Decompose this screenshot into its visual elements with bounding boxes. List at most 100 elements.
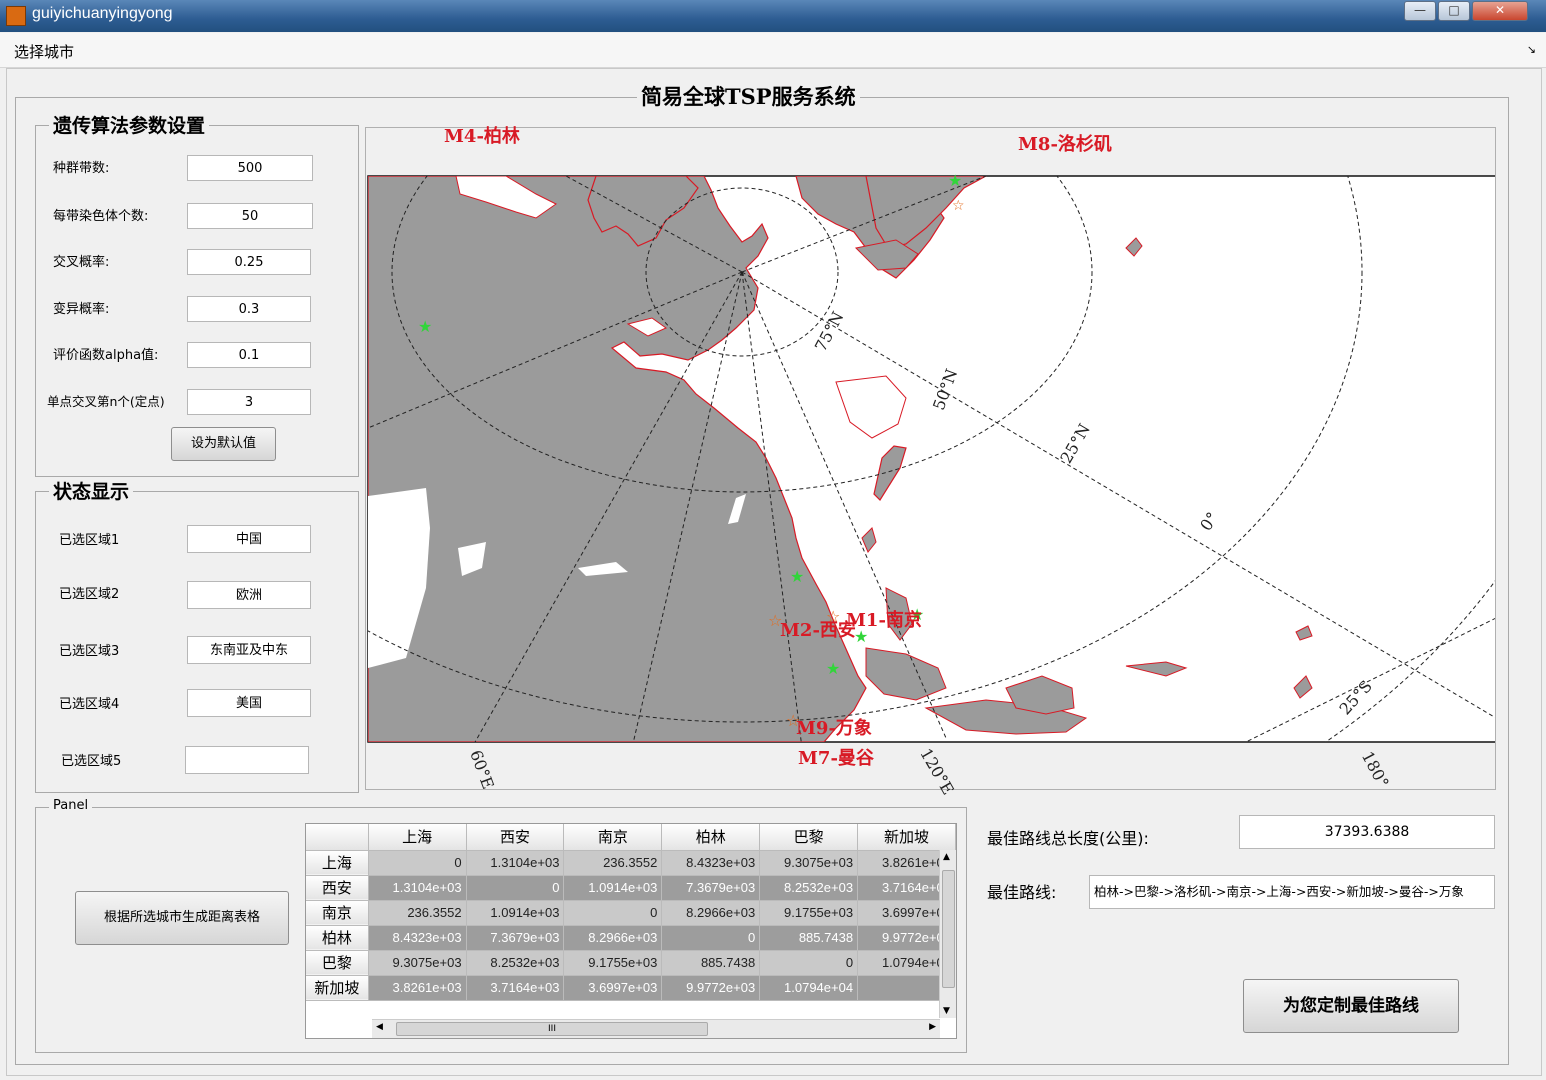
scroll-up-arrow-icon[interactable]: ▲: [943, 852, 950, 862]
table-cell[interactable]: 1.3104e+03: [368, 875, 467, 901]
page-title: 简易全球TSP服务系统: [637, 81, 860, 111]
region-5-field: [185, 746, 309, 774]
minimize-button[interactable]: —: [1404, 1, 1436, 21]
table-cell[interactable]: 9.1755e+03: [563, 950, 663, 976]
generate-table-button[interactable]: 根据所选城市生成距离表格: [75, 891, 289, 945]
region-label: 已选区域4: [59, 697, 120, 712]
table-cell[interactable]: 7.3679e+03: [466, 925, 565, 951]
table-cell[interactable]: 0: [759, 950, 859, 976]
close-button[interactable]: ✕: [1472, 1, 1528, 21]
table-cell[interactable]: 236.3552: [563, 850, 663, 876]
best-route-label: 最佳路线:: [987, 883, 1057, 902]
population-generations-input[interactable]: 500: [187, 155, 313, 181]
column-header[interactable]: 新加坡: [857, 824, 956, 851]
table-cell[interactable]: 8.2966e+03: [563, 925, 663, 951]
region-4-field: 美国: [187, 689, 311, 717]
region-3-field: 东南亚及中东: [187, 636, 311, 664]
table-cell[interactable]: 8.2966e+03: [661, 900, 761, 926]
table-cell[interactable]: 9.3075e+03: [759, 850, 859, 876]
table-cell[interactable]: 0: [368, 850, 467, 876]
table-cell[interactable]: 0: [466, 875, 565, 901]
column-header[interactable]: 柏林: [661, 824, 761, 851]
best-route-field: 柏林->巴黎->洛杉矶->南京->上海->西安->新加坡->曼谷->万象: [1089, 875, 1495, 909]
field-label: 变异概率:: [53, 302, 110, 317]
scroll-left-arrow-icon[interactable]: ◀: [376, 1022, 383, 1032]
table-row[interactable]: 南京 236.3552 1.0914e+03 0 8.2966e+03 9.1755e+0…: [306, 900, 956, 926]
table-cell[interactable]: 1.0914e+03: [563, 875, 663, 901]
table-cell[interactable]: 1.3104e+03: [466, 850, 565, 876]
scrollbar-thumb[interactable]: [942, 870, 955, 988]
table-cell[interactable]: 9.3075e+03: [368, 950, 467, 976]
table-cell[interactable]: 1.0914e+03: [466, 900, 565, 926]
row-header[interactable]: 南京: [306, 900, 369, 926]
region-label: 已选区域2: [59, 587, 120, 602]
table-cell[interactable]: 8.2532e+03: [759, 875, 859, 901]
row-header[interactable]: 柏林: [306, 925, 369, 951]
figure-area: 简易全球TSP服务系统 遗传算法参数设置 种群带数: 500 每带染色体个数: …: [6, 68, 1542, 1076]
crossover-probability-input[interactable]: 0.25: [187, 249, 311, 275]
green-star-marker: ★: [826, 659, 840, 678]
vertical-scrollbar[interactable]: ▲ ▼: [939, 850, 956, 1018]
distance-table-grid: 上海 西安 南京 柏林 巴黎 新加坡 上海 0 1.3104e+03 236.3552…: [306, 824, 956, 1001]
city-label-los-angeles: M8-洛杉矶: [1018, 134, 1112, 155]
city-label-xian: M2-西安: [780, 620, 856, 641]
scroll-right-arrow-icon[interactable]: ▶: [929, 1022, 936, 1032]
crossover-point-input[interactable]: 3: [187, 389, 311, 415]
mutation-probability-input[interactable]: 0.3: [187, 296, 311, 322]
ga-params-title: 遗传算法参数设置: [49, 111, 210, 138]
world-map: ★ ★ ☆ ★ ☆ ☆ ★ ★ ★ ☆: [367, 171, 1495, 743]
distance-table[interactable]: 上海 西安 南京 柏林 巴黎 新加坡 上海 0 1.3104e+03 236.3552…: [305, 823, 957, 1039]
table-row[interactable]: 柏林 8.4323e+03 7.3679e+03 8.2966e+03 0 885.743…: [306, 925, 956, 951]
table-corner: [306, 824, 369, 851]
table-cell[interactable]: 885.7438: [661, 950, 761, 976]
table-row[interactable]: 上海 0 1.3104e+03 236.3552 8.4323e+03 9.3075e+0…: [306, 850, 956, 876]
table-cell[interactable]: 8.4323e+03: [661, 850, 761, 876]
table-cell[interactable]: 9.9772e+03: [661, 975, 761, 1001]
table-cell[interactable]: 8.2532e+03: [466, 950, 565, 976]
menu-select-city[interactable]: 选择城市: [14, 41, 74, 62]
row-header[interactable]: 上海: [306, 850, 369, 876]
city-label-vientiane: M9-万象: [796, 718, 872, 739]
column-header[interactable]: 西安: [466, 824, 565, 851]
status-title: 状态显示: [49, 477, 134, 504]
table-cell[interactable]: 0: [563, 900, 663, 926]
maximize-button[interactable]: □: [1438, 1, 1470, 21]
table-cell[interactable]: 9.1755e+03: [759, 900, 859, 926]
horizontal-scrollbar[interactable]: ◀ III ▶: [372, 1019, 940, 1038]
region-label: 已选区域3: [59, 644, 120, 659]
field-label: 评价函数alpha值:: [53, 348, 159, 363]
table-cell[interactable]: 236.3552: [368, 900, 467, 926]
table-cell[interactable]: 0: [661, 925, 761, 951]
matlab-app-icon: [6, 6, 26, 26]
map-panel: ★ ★ ☆ ★ ☆ ☆ ★ ★ ★ ☆ M4-柏林 M8-洛杉矶 M2-西安 M…: [365, 126, 1496, 798]
table-row[interactable]: 巴黎 9.3075e+03 8.2532e+03 9.1755e+03 885.7438…: [306, 950, 956, 976]
column-header[interactable]: 南京: [563, 824, 663, 851]
hscrollbar-thumb[interactable]: III: [396, 1022, 708, 1036]
table-row[interactable]: 西安 1.3104e+03 0 1.0914e+03 7.3679e+03 8.2532e…: [306, 875, 956, 901]
region-1-field: 中国: [187, 525, 311, 553]
table-cell[interactable]: 8.4323e+03: [368, 925, 467, 951]
row-header[interactable]: 巴黎: [306, 950, 369, 976]
city-label-berlin: M4-柏林: [444, 126, 520, 147]
scroll-down-arrow-icon[interactable]: ▼: [943, 1006, 950, 1016]
region-label: 已选区域5: [61, 754, 122, 769]
city-label-bangkok: M7-曼谷: [798, 748, 874, 769]
table-cell[interactable]: 3.6997e+03: [563, 975, 663, 1001]
table-cell[interactable]: 7.3679e+03: [661, 875, 761, 901]
row-header[interactable]: 西安: [306, 875, 369, 901]
chromosomes-input[interactable]: 50: [187, 203, 313, 229]
table-cell[interactable]: 885.7438: [759, 925, 859, 951]
menubar: 选择城市 ↘: [0, 33, 1546, 68]
table-cell[interactable]: 3.7164e+03: [466, 975, 565, 1001]
custom-route-button[interactable]: 为您定制最佳路线: [1243, 979, 1459, 1033]
region-2-field: 欧洲: [187, 581, 311, 609]
total-length-label: 最佳路线总长度(公里):: [987, 829, 1149, 848]
table-row[interactable]: 新加坡 3.8261e+03 3.7164e+03 3.6997e+03 9.9772e…: [306, 975, 956, 1001]
column-header[interactable]: 巴黎: [759, 824, 859, 851]
row-header[interactable]: 新加坡: [306, 975, 369, 1001]
column-header[interactable]: 上海: [368, 824, 467, 851]
set-default-button[interactable]: 设为默认值: [171, 427, 276, 461]
table-cell[interactable]: 1.0794e+04: [759, 975, 859, 1001]
alpha-input[interactable]: 0.1: [187, 342, 311, 368]
table-cell[interactable]: 3.8261e+03: [368, 975, 467, 1001]
